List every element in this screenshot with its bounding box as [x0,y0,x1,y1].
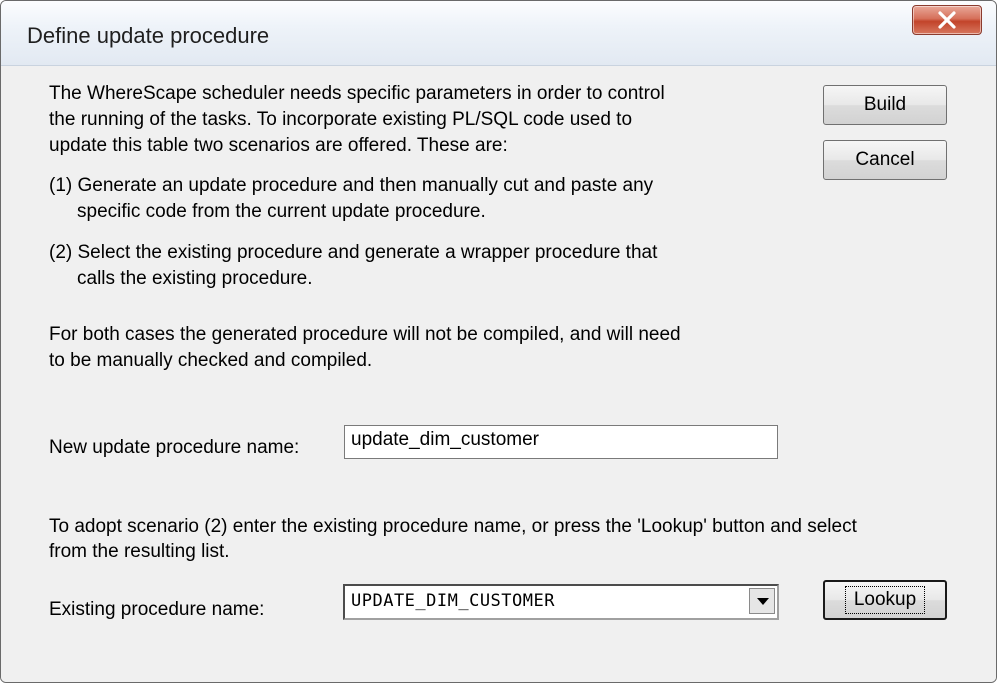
build-button[interactable]: Build [823,85,947,125]
close-icon [938,11,956,29]
dialog-content: The WhereScape scheduler needs specific … [1,66,996,682]
adopt-line-2: from the resulting list. [49,541,230,562]
adopt-line-1: To adopt scenario (2) enter the existing… [49,516,857,537]
existing-procedure-combo[interactable]: UPDATE_DIM_CUSTOMER [343,584,779,620]
build-button-label: Build [863,94,907,115]
note-line-1: For both cases the generated procedure w… [49,324,681,345]
intro-line-1: The WhereScape scheduler needs specific … [49,83,665,104]
close-button[interactable] [912,5,982,35]
lookup-button[interactable]: Lookup [823,580,947,620]
intro-line-3: update this table two scenarios are offe… [49,135,508,156]
note-line-2: to be manually checked and compiled. [49,350,373,371]
existing-procedure-value: UPDATE_DIM_CUSTOMER [351,591,555,611]
new-procedure-label: New update procedure name: [49,437,300,458]
scenario-2-line-1: (2) Select the existing procedure and ge… [49,242,658,263]
scenario-2-line-2: calls the existing procedure. [77,268,313,289]
cancel-button[interactable]: Cancel [823,140,947,180]
window-title: Define update procedure [27,23,270,48]
combo-dropdown-button[interactable] [749,588,775,614]
dialog-window: Define update procedure The WhereScape s… [0,0,997,683]
scenario-1-line-1: (1) Generate an update procedure and the… [49,175,654,196]
title-bar[interactable]: Define update procedure [1,1,996,66]
chevron-down-icon [757,598,769,605]
new-procedure-name-input[interactable]: update_dim_customer [344,425,778,459]
intro-line-2: the running of the tasks. To incorporate… [49,109,633,130]
lookup-button-label: Lookup [844,586,926,614]
cancel-button-label: Cancel [855,149,915,170]
existing-procedure-label: Existing procedure name: [49,599,265,620]
scenario-1-line-2: specific code from the current update pr… [77,201,486,222]
